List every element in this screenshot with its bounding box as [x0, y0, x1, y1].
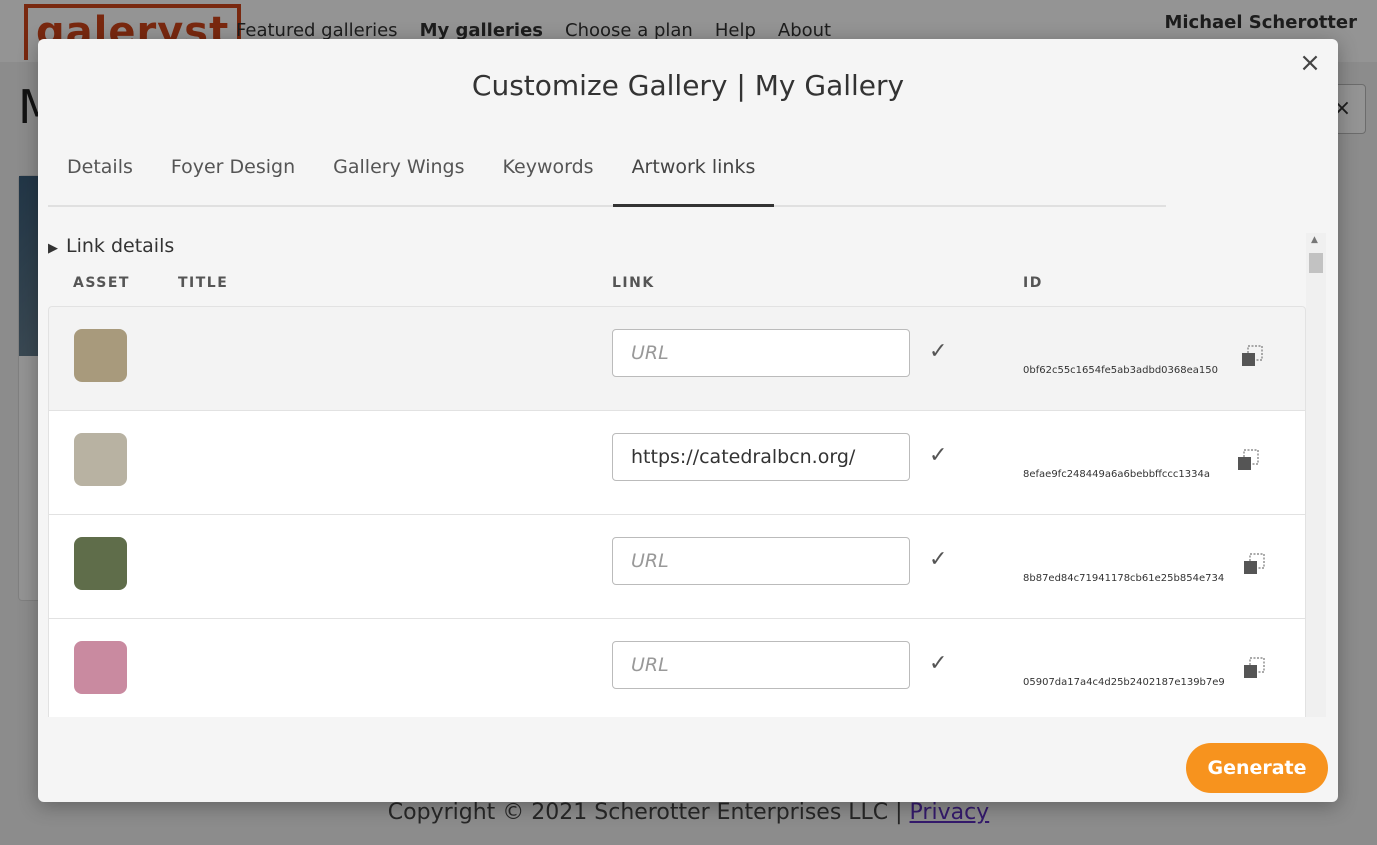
asset-id: 05907da17a4c4d25b2402187e139b7e9 — [1023, 677, 1225, 688]
dialog-tabs: Details Foyer Design Gallery Wings Keywo… — [48, 147, 1166, 207]
artwork-links-table: ✓ 0bf62c55c1654fe5ab3adbd0368ea150 ✓ 8ef… — [48, 306, 1306, 717]
column-header-link: LINK — [612, 275, 655, 291]
dialog-title: Customize Gallery | My Gallery — [471, 69, 905, 102]
asset-thumbnail — [74, 433, 127, 486]
column-header-id: ID — [1023, 275, 1043, 291]
asset-id: 8efae9fc248449a6a6bebbffccc1334a — [1023, 469, 1211, 480]
asset-id: 8b87ed84c71941178cb61e25b854e734 — [1023, 573, 1225, 584]
copy-icon[interactable] — [1240, 344, 1264, 368]
column-header-title: TITLE — [178, 275, 229, 291]
check-icon[interactable]: ✓ — [929, 651, 947, 676]
tab-keywords[interactable]: Keywords — [484, 147, 613, 205]
check-icon[interactable]: ✓ — [929, 443, 947, 468]
scroll-up-arrow-icon[interactable]: ▲ — [1311, 235, 1318, 245]
customize-gallery-dialog: × Customize Gallery | My Gallery Details… — [38, 39, 1338, 802]
copy-icon[interactable] — [1242, 656, 1266, 680]
table-row: ✓ 0bf62c55c1654fe5ab3adbd0368ea150 — [48, 306, 1306, 411]
check-icon[interactable]: ✓ — [929, 339, 947, 364]
copy-icon[interactable] — [1236, 448, 1260, 472]
tab-gallery-wings[interactable]: Gallery Wings — [314, 147, 483, 205]
table-row: ✓ 05907da17a4c4d25b2402187e139b7e9 — [48, 618, 1306, 717]
asset-thumbnail — [74, 537, 127, 590]
asset-id: 0bf62c55c1654fe5ab3adbd0368ea150 — [1023, 365, 1218, 376]
link-url-input[interactable] — [612, 537, 910, 585]
tab-foyer-design[interactable]: Foyer Design — [152, 147, 314, 205]
copy-icon[interactable] — [1242, 552, 1266, 576]
table-row: ✓ 8efae9fc248449a6a6bebbffccc1334a — [48, 410, 1306, 515]
generate-button[interactable]: Generate — [1186, 743, 1328, 793]
table-row: ✓ 8b87ed84c71941178cb61e25b854e734 — [48, 514, 1306, 619]
table-scrollbar[interactable]: ▲ — [1306, 233, 1326, 717]
check-icon[interactable]: ✓ — [929, 547, 947, 572]
link-details-toggle[interactable]: ▶ Link details — [48, 235, 174, 257]
link-url-input[interactable] — [612, 433, 910, 481]
asset-thumbnail — [74, 641, 127, 694]
link-url-input[interactable] — [612, 329, 910, 377]
link-details-label: Link details — [66, 235, 175, 257]
tab-artwork-links[interactable]: Artwork links — [612, 147, 775, 207]
column-header-asset: ASSET — [73, 275, 130, 291]
asset-thumbnail — [74, 329, 127, 382]
scrollbar-thumb[interactable] — [1309, 253, 1323, 273]
expand-triangle-icon: ▶ — [48, 241, 58, 256]
tab-details[interactable]: Details — [48, 147, 152, 205]
link-url-input[interactable] — [612, 641, 910, 689]
table-header: ASSET TITLE LINK ID — [48, 275, 1306, 301]
